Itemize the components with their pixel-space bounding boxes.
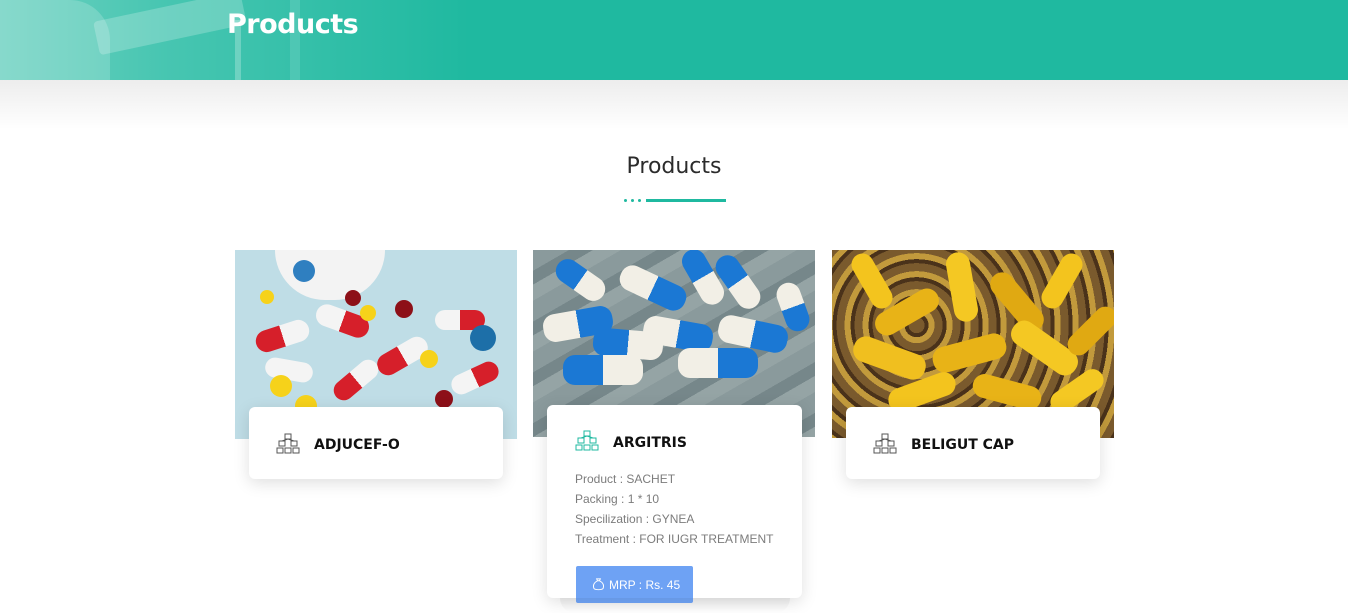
product-card-argitris[interactable]: ARGITRIS Product : SACHET Packing : 1 * … xyxy=(547,405,802,603)
product-name[interactable]: ARGITRIS xyxy=(613,435,687,451)
specialization-detail: Specilization : GYNEA xyxy=(575,512,695,526)
title-underline xyxy=(624,198,726,202)
product-name[interactable]: BELIGUT CAP xyxy=(911,437,1014,453)
section-title: Products xyxy=(626,154,722,179)
product-card-beligut[interactable]: BELIGUT CAP xyxy=(846,407,1100,479)
packing-detail: Packing : 1 * 10 xyxy=(575,492,660,506)
medicine-box-icon xyxy=(873,433,897,454)
banner-shadow xyxy=(0,80,1348,130)
card-shadow xyxy=(560,598,790,613)
page-title: Products xyxy=(227,9,359,40)
medicine-box-icon xyxy=(575,430,599,451)
mrp-label: MRP : Rs. 45 xyxy=(609,577,681,592)
money-bag-icon xyxy=(593,578,604,591)
product-card-adjucef[interactable]: ADJUCEF-O xyxy=(249,407,503,479)
medicine-box-icon xyxy=(276,433,300,454)
product-name[interactable]: ADJUCEF-O xyxy=(314,437,400,453)
page-banner: Products xyxy=(0,0,1348,80)
treatment-detail: Treatment : FOR IUGR TREATMENT xyxy=(575,532,774,546)
product-type-detail: Product : SACHET xyxy=(575,472,676,486)
